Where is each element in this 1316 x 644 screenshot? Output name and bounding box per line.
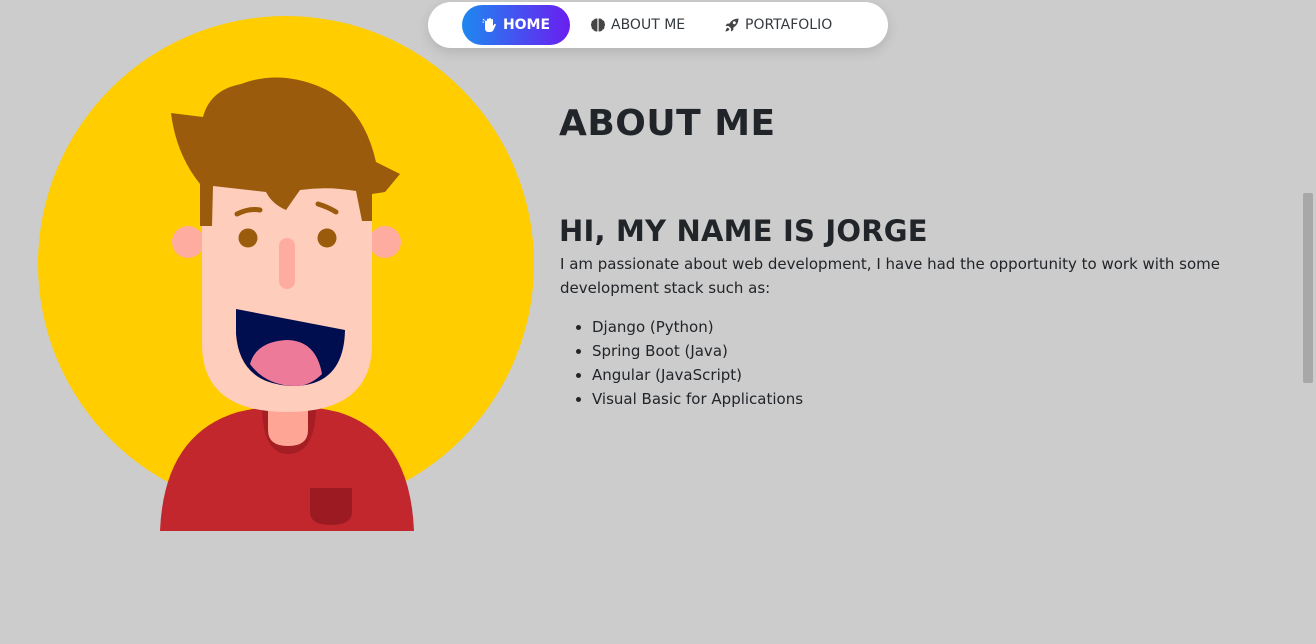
- intro-paragraph: I am passionate about web development, I…: [560, 255, 1220, 297]
- greeting-heading: HI, MY NAME IS JORGE: [559, 214, 928, 248]
- nav-portfolio-label: PORTAFOLIO: [745, 17, 833, 33]
- scrollbar-thumb[interactable]: [1303, 193, 1313, 383]
- rocket-icon: [724, 17, 740, 33]
- nav-portfolio-link[interactable]: PORTAFOLIO: [724, 5, 832, 45]
- page: HOME ABOUT ME PORTAFOLIO ABOUT ME HI, MY…: [0, 0, 1316, 644]
- avatar-illustration: [38, 14, 538, 534]
- list-item: Visual Basic for Applications: [592, 387, 803, 411]
- list-item: Spring Boot (Java): [592, 339, 803, 363]
- section-title: ABOUT ME: [559, 103, 776, 144]
- list-item: Angular (JavaScript): [592, 363, 803, 387]
- brain-icon: [590, 17, 606, 33]
- list-item: Django (Python): [592, 315, 803, 339]
- nav-about-me-link[interactable]: ABOUT ME: [590, 5, 685, 45]
- nav-about-me-label: ABOUT ME: [611, 17, 686, 33]
- tech-stack-list: Django (Python) Spring Boot (Java) Angul…: [560, 315, 803, 411]
